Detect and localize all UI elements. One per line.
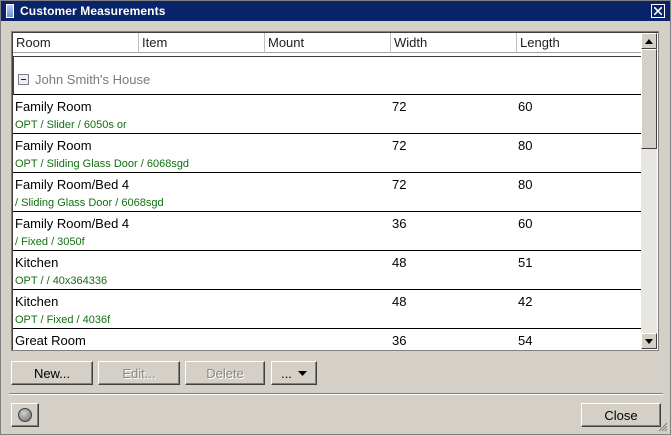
row-description: / Fixed / 3050f [15,236,85,248]
row-length: 80 [518,138,533,153]
close-window-button[interactable] [651,4,665,18]
row-width: 48 [392,255,407,270]
row-length: 54 [518,333,533,348]
delete-button[interactable]: Delete [185,361,265,385]
help-button[interactable] [11,403,39,427]
help-icon [18,408,32,422]
grid-header: Room Item Mount Width Length [13,33,643,53]
row-description: OPT / Fixed / 4036f [15,314,111,326]
group-row[interactable]: John Smith's House [13,56,643,95]
column-header-item[interactable]: Item [139,33,265,53]
scroll-thumb[interactable] [641,49,657,149]
new-button[interactable]: New... [11,361,93,385]
divider [9,393,663,395]
more-actions-button[interactable]: ... [271,361,317,385]
row-description: / Sliding Glass Door / 6068sgd [15,197,164,209]
column-header-width[interactable]: Width [391,33,517,53]
measurements-grid[interactable]: Room Item Mount Width Length John Smith'… [11,31,659,351]
close-button-label: Close [604,407,638,423]
close-button[interactable]: Close [581,403,661,427]
row-room: Family Room [15,99,92,114]
row-description: OPT / Slider / 6050s or [15,119,127,131]
table-row[interactable]: Great Room 36 54 [13,329,643,350]
table-row[interactable]: Kitchen 48 51 OPT / / 40x364336 [13,251,643,290]
row-width: 72 [392,138,407,153]
row-length: 80 [518,177,533,192]
row-width: 72 [392,99,407,114]
scroll-down-button[interactable] [641,333,657,349]
group-label: John Smith's House [35,72,151,87]
edit-button-label: Edit... [122,365,156,381]
chevron-down-icon [645,338,653,344]
row-length: 60 [518,216,533,231]
column-header-length[interactable]: Length [517,33,643,53]
edit-button[interactable]: Edit... [98,361,180,385]
row-width: 48 [392,294,407,309]
column-header-mount[interactable]: Mount [265,33,391,53]
row-room: Kitchen [15,294,59,309]
delete-button-label: Delete [206,365,244,381]
table-row[interactable]: Family Room 72 80 OPT / Sliding Glass Do… [13,134,643,173]
table-row[interactable]: Family Room/Bed 4 36 60 / Fixed / 3050f [13,212,643,251]
column-header-room[interactable]: Room [13,33,139,53]
row-room: Family Room/Bed 4 [15,177,130,192]
row-room: Family Room/Bed 4 [15,216,130,231]
collapse-icon[interactable] [18,74,29,85]
row-width: 72 [392,177,407,192]
resize-grip-icon[interactable] [658,422,668,432]
new-button-label: New... [33,365,71,381]
row-description: OPT / Sliding Glass Door / 6068sgd [15,158,190,170]
chevron-up-icon [645,38,653,44]
title-bar[interactable]: Customer Measurements [1,1,670,21]
row-width: 36 [392,333,407,348]
vertical-scrollbar[interactable] [641,33,657,349]
scroll-up-button[interactable] [641,33,657,49]
row-length: 60 [518,99,533,114]
more-button-label: ... [281,365,292,381]
customer-measurements-window: Customer Measurements Room Item Mount Wi… [0,0,671,435]
row-room: Great Room [15,333,86,348]
grid-rows: John Smith's House Family Room 72 60 OPT… [13,54,643,350]
row-length: 42 [518,294,533,309]
close-icon [654,7,662,15]
row-description: OPT / / 40x364336 [15,275,108,287]
row-width: 36 [392,216,407,231]
table-row[interactable]: Family Room 72 60 OPT / Slider / 6050s o… [13,95,643,134]
chevron-down-icon [297,370,307,376]
row-length: 51 [518,255,533,270]
table-row[interactable]: Family Room/Bed 4 72 80 / Sliding Glass … [13,173,643,212]
row-room: Family Room [15,138,92,153]
row-room: Kitchen [15,255,59,270]
window-icon [6,4,14,18]
table-row[interactable]: Kitchen 48 42 OPT / Fixed / 4036f [13,290,643,329]
window-title: Customer Measurements [20,4,166,18]
